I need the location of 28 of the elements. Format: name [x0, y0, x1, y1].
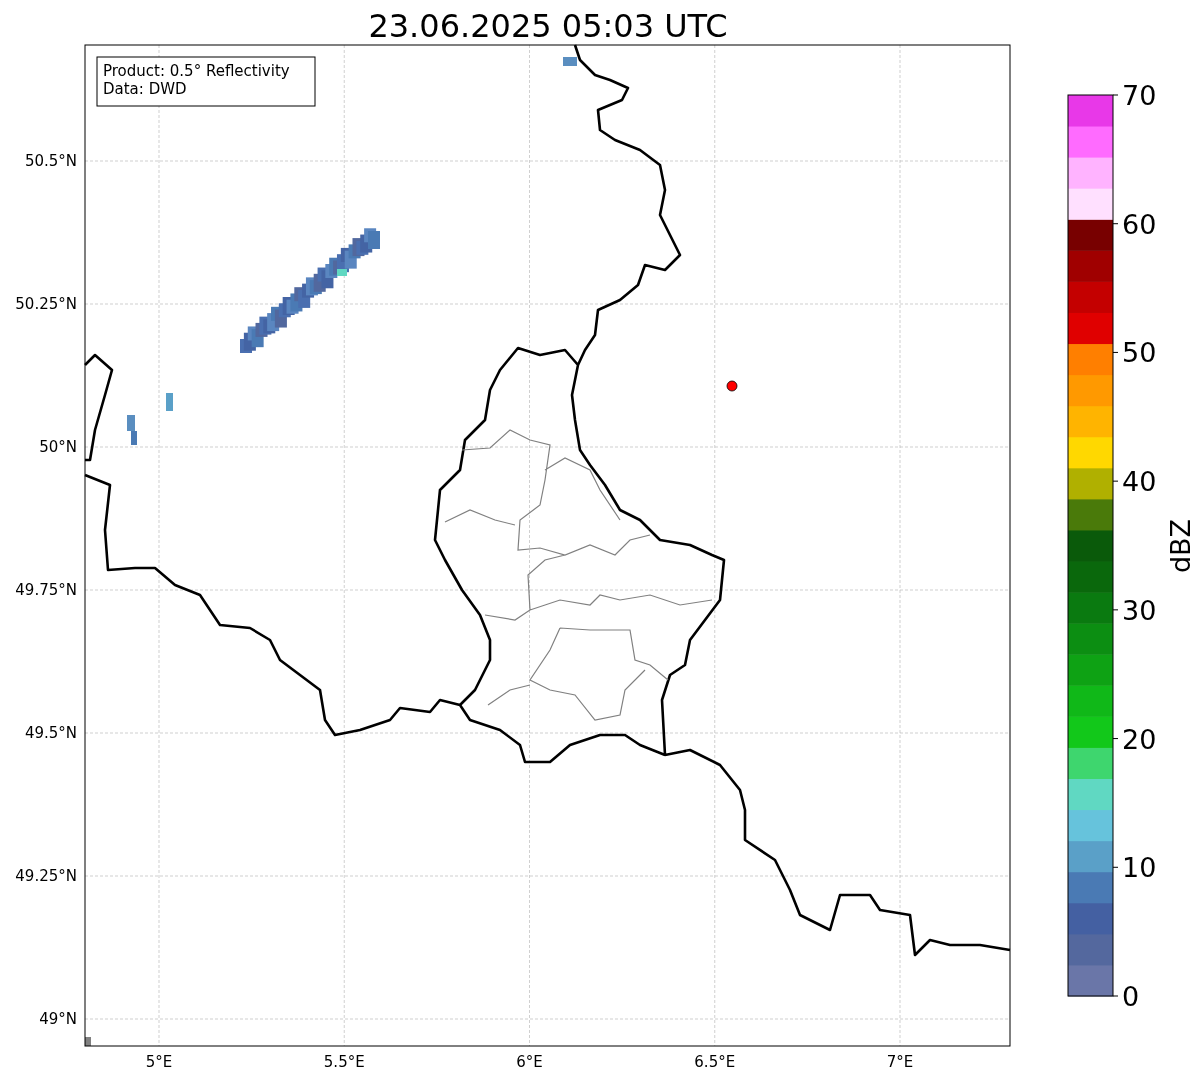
corner-mark: [85, 1037, 91, 1046]
colorbar-tick-label: 60: [1122, 208, 1157, 240]
longitude-label: 6.5°E: [694, 1053, 736, 1071]
colorbar-tick-label: 30: [1122, 594, 1157, 626]
latitude-label: 49.25°N: [15, 867, 77, 885]
latitude-label: 50.5°N: [24, 152, 77, 170]
latitude-label: 50°N: [39, 438, 77, 456]
radar-echo: [127, 415, 137, 445]
radar-echo: [166, 393, 173, 411]
longitude-label: 5.5°E: [323, 1053, 365, 1071]
longitude-label: 7°E: [886, 1053, 914, 1071]
map-title: 23.06.2025 05:03 UTC: [368, 7, 728, 45]
longitude-label: 5°E: [145, 1053, 173, 1071]
latitude-label: 49°N: [39, 1010, 77, 1028]
latitude-label: 49.75°N: [15, 581, 77, 599]
colorbar-tick-label: 20: [1122, 723, 1157, 755]
colorbar-tick-label: 10: [1122, 852, 1157, 884]
colorbar-label: dBZ: [1165, 518, 1196, 574]
info-box: Product: 0.5° Reflectivity Data: DWD: [96, 56, 316, 107]
colorbar-tick-label: 50: [1122, 337, 1157, 369]
latitude-label: 49.5°N: [24, 724, 77, 742]
longitude-label: 6°E: [516, 1053, 543, 1071]
latitude-label: 50.25°N: [15, 295, 77, 313]
colorbar-tick-label: 0: [1122, 981, 1140, 1012]
radar-echo: [563, 57, 577, 66]
colorbar-tick-label: 70: [1122, 80, 1157, 111]
colorbar-tick-label: 40: [1122, 466, 1157, 498]
location-marker: [726, 380, 738, 392]
